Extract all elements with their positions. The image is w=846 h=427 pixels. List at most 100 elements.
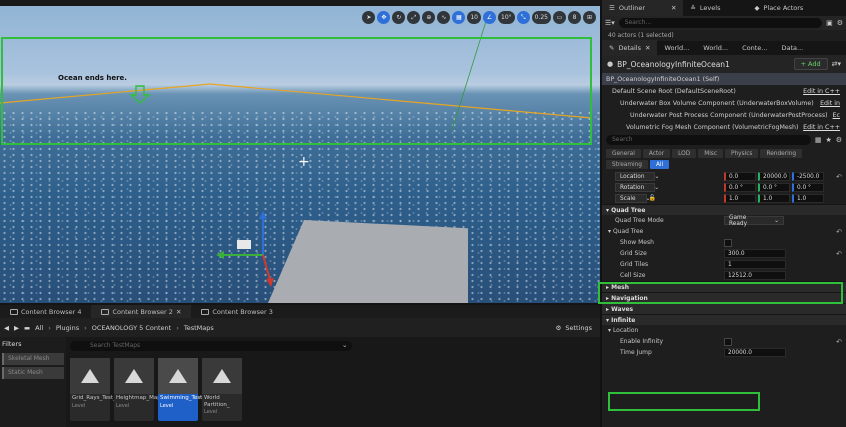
tab-content-browser-3[interactable]: Content Browser 3: [191, 305, 282, 318]
time-jump-field[interactable]: 20000.0: [724, 348, 786, 357]
tab-content-browser-2[interactable]: Content Browser 2 ✕: [91, 305, 192, 318]
cell-size-field[interactable]: 12512.0: [724, 271, 786, 280]
tab-data[interactable]: Data...: [775, 40, 811, 56]
filter-static-mesh[interactable]: Static Mesh: [2, 367, 64, 379]
details-search-input[interactable]: Search: [606, 135, 811, 145]
gizmo-x-axis[interactable]: [262, 254, 271, 281]
cat-misc[interactable]: Misc: [698, 149, 724, 158]
filter-skeletal-mesh[interactable]: Skeletal Mesh: [2, 353, 64, 365]
scale-tool-icon[interactable]: ⤢: [407, 11, 421, 24]
edit-in-cpp-link[interactable]: Ec: [833, 112, 846, 119]
gizmo-x-arrow-icon[interactable]: [266, 278, 274, 287]
gear-icon[interactable]: ⚙: [837, 19, 843, 27]
tab-levels[interactable]: ≙ Levels: [683, 0, 727, 16]
cat-all[interactable]: All: [649, 160, 670, 169]
asset-search-input[interactable]: Search TestMaps: [70, 341, 352, 351]
enable-infinity-checkbox[interactable]: [724, 337, 732, 346]
rotation-y-field[interactable]: 0.0 °: [758, 183, 790, 192]
settings-button[interactable]: ⚙ Settings: [556, 324, 593, 332]
asset-tile[interactable]: Grid_Rays_Test_Map Level: [70, 358, 127, 421]
scale-y-field[interactable]: 1.0: [758, 194, 790, 203]
asset-tile[interactable]: World Partition_ Level: [202, 358, 242, 421]
star-icon[interactable]: ★: [825, 136, 831, 144]
rotation-z-field[interactable]: 0.0 °: [792, 183, 824, 192]
cat-actor[interactable]: Actor: [642, 149, 671, 158]
grid-size-field[interactable]: 300.0: [724, 249, 786, 258]
quad-tree-mode-dropdown[interactable]: Game Ready ⌄: [724, 215, 784, 227]
rotation-x-field[interactable]: 0.0 °: [724, 183, 756, 192]
gizmo-z-arrow-icon[interactable]: [259, 211, 267, 219]
forward-icon[interactable]: ▶: [14, 324, 19, 332]
camera-speed-icon[interactable]: ▭: [553, 11, 566, 24]
section-infinite[interactable]: ▾ Infinite: [602, 314, 846, 325]
edit-in-cpp-link[interactable]: Edit in C++: [803, 124, 846, 131]
section-waves[interactable]: ▸ Waves: [602, 303, 846, 314]
edit-in-cpp-link[interactable]: Edit in: [820, 100, 846, 107]
asset-tile-selected[interactable]: Swimming_Test_Map Level: [158, 358, 217, 421]
scale-snap-icon[interactable]: ⤡: [516, 11, 530, 24]
select-tool-icon[interactable]: ➤: [362, 11, 376, 24]
reset-icon[interactable]: ↶: [836, 173, 842, 181]
asset-tile[interactable]: Heightmap_Map Level: [114, 358, 161, 421]
camera-speed-value[interactable]: 8: [568, 11, 581, 24]
location-y-field[interactable]: 20000.0: [758, 172, 790, 181]
gizmo-y-arrow-icon[interactable]: [216, 251, 224, 259]
close-icon[interactable]: ✕: [645, 44, 650, 52]
tab-world-2[interactable]: World...: [696, 40, 735, 56]
component-row-volumetric-fog[interactable]: Volumetric Fog Mesh Component (Volumetri…: [602, 121, 846, 133]
add-component-button[interactable]: + Add: [793, 58, 828, 70]
component-row-post-process[interactable]: Underwater Post Process Component (Under…: [602, 109, 846, 121]
breadcrumb-testmaps[interactable]: TestMaps: [184, 324, 214, 332]
cat-physics[interactable]: Physics: [725, 149, 759, 158]
cat-rendering[interactable]: Rendering: [760, 149, 803, 158]
filter-icon[interactable]: ☰▾: [605, 19, 615, 27]
gizmo-plane-handle[interactable]: [237, 240, 251, 249]
world-space-icon[interactable]: ⊕: [422, 11, 436, 24]
scale-mode-dropdown[interactable]: Scale ⌄: [615, 194, 650, 203]
tab-place-actors[interactable]: ◆ Place Actors: [747, 0, 810, 16]
cat-general[interactable]: General: [606, 149, 641, 158]
breadcrumb-oceanology[interactable]: OCEANOLOGY 5 Content: [92, 324, 172, 332]
infinite-location-subsection[interactable]: ▾ Location: [602, 325, 846, 336]
grid-tiles-field[interactable]: 1: [724, 260, 786, 269]
breadcrumb-all[interactable]: All: [35, 324, 43, 332]
viewport-layout-icon[interactable]: ⊞: [583, 11, 596, 24]
close-icon[interactable]: ✕: [671, 4, 676, 12]
quad-tree-subsection[interactable]: ▾ Quad Tree ↶: [602, 226, 846, 237]
scale-snap-value[interactable]: 0.25: [531, 11, 551, 24]
rotate-tool-icon[interactable]: ↻: [392, 11, 406, 24]
translate-tool-icon[interactable]: ✥: [377, 11, 391, 24]
level-viewport[interactable]: + Ocean ends here. ➤ ✥ ↻ ⤢ ⊕ ∿ ▦ 10 ∠ 10…: [0, 0, 600, 303]
edit-in-cpp-link[interactable]: Edit in C++: [803, 88, 846, 95]
breadcrumb-plugins[interactable]: Plugins: [56, 324, 79, 332]
outliner-search-input[interactable]: Search...: [618, 18, 823, 28]
grid-size-value[interactable]: 10: [467, 11, 481, 24]
rotation-snap-value[interactable]: 10°: [498, 11, 515, 24]
scale-z-field[interactable]: 1.0: [792, 194, 824, 203]
tab-content[interactable]: Conte...: [735, 40, 774, 56]
component-row-default-root[interactable]: Default Scene Root (DefaultSceneRoot) Edi…: [602, 85, 846, 97]
blueprint-options-icon[interactable]: ⇄▾: [832, 60, 841, 68]
tab-details[interactable]: ✎ Details ✕: [602, 40, 658, 56]
location-z-field[interactable]: -2500.0: [792, 172, 824, 181]
section-quad-tree[interactable]: ▾ Quad Tree: [602, 204, 846, 215]
tab-world-1[interactable]: World...: [657, 40, 696, 56]
tab-content-browser-4[interactable]: Content Browser 4: [0, 305, 91, 318]
chevron-down-icon[interactable]: ⌄: [342, 341, 347, 349]
surface-snap-icon[interactable]: ∿: [437, 11, 451, 24]
cat-lod[interactable]: LOD: [672, 149, 697, 158]
add-folder-icon[interactable]: ▣: [826, 19, 833, 27]
lock-icon[interactable]: 🔓: [649, 195, 656, 202]
component-row-underwater-box[interactable]: Underwater Box Volume Component (Underwa…: [602, 97, 846, 109]
back-icon[interactable]: ◀: [4, 324, 9, 332]
reset-icon[interactable]: ↶: [836, 338, 842, 346]
grid-snap-icon[interactable]: ▦: [452, 11, 466, 24]
gear-icon[interactable]: ⚙: [836, 136, 842, 144]
component-row-self[interactable]: BP_OceanologyInfiniteOcean1 (Self): [602, 73, 846, 85]
location-x-field[interactable]: 0.0: [724, 172, 756, 181]
table-view-icon[interactable]: ▦: [815, 136, 822, 144]
tab-outliner[interactable]: ☰ Outliner ✕: [602, 0, 684, 16]
cat-streaming[interactable]: Streaming: [606, 160, 648, 169]
reset-icon[interactable]: ↶: [836, 250, 842, 258]
location-mode-dropdown[interactable]: Location ⌄: [615, 172, 659, 181]
